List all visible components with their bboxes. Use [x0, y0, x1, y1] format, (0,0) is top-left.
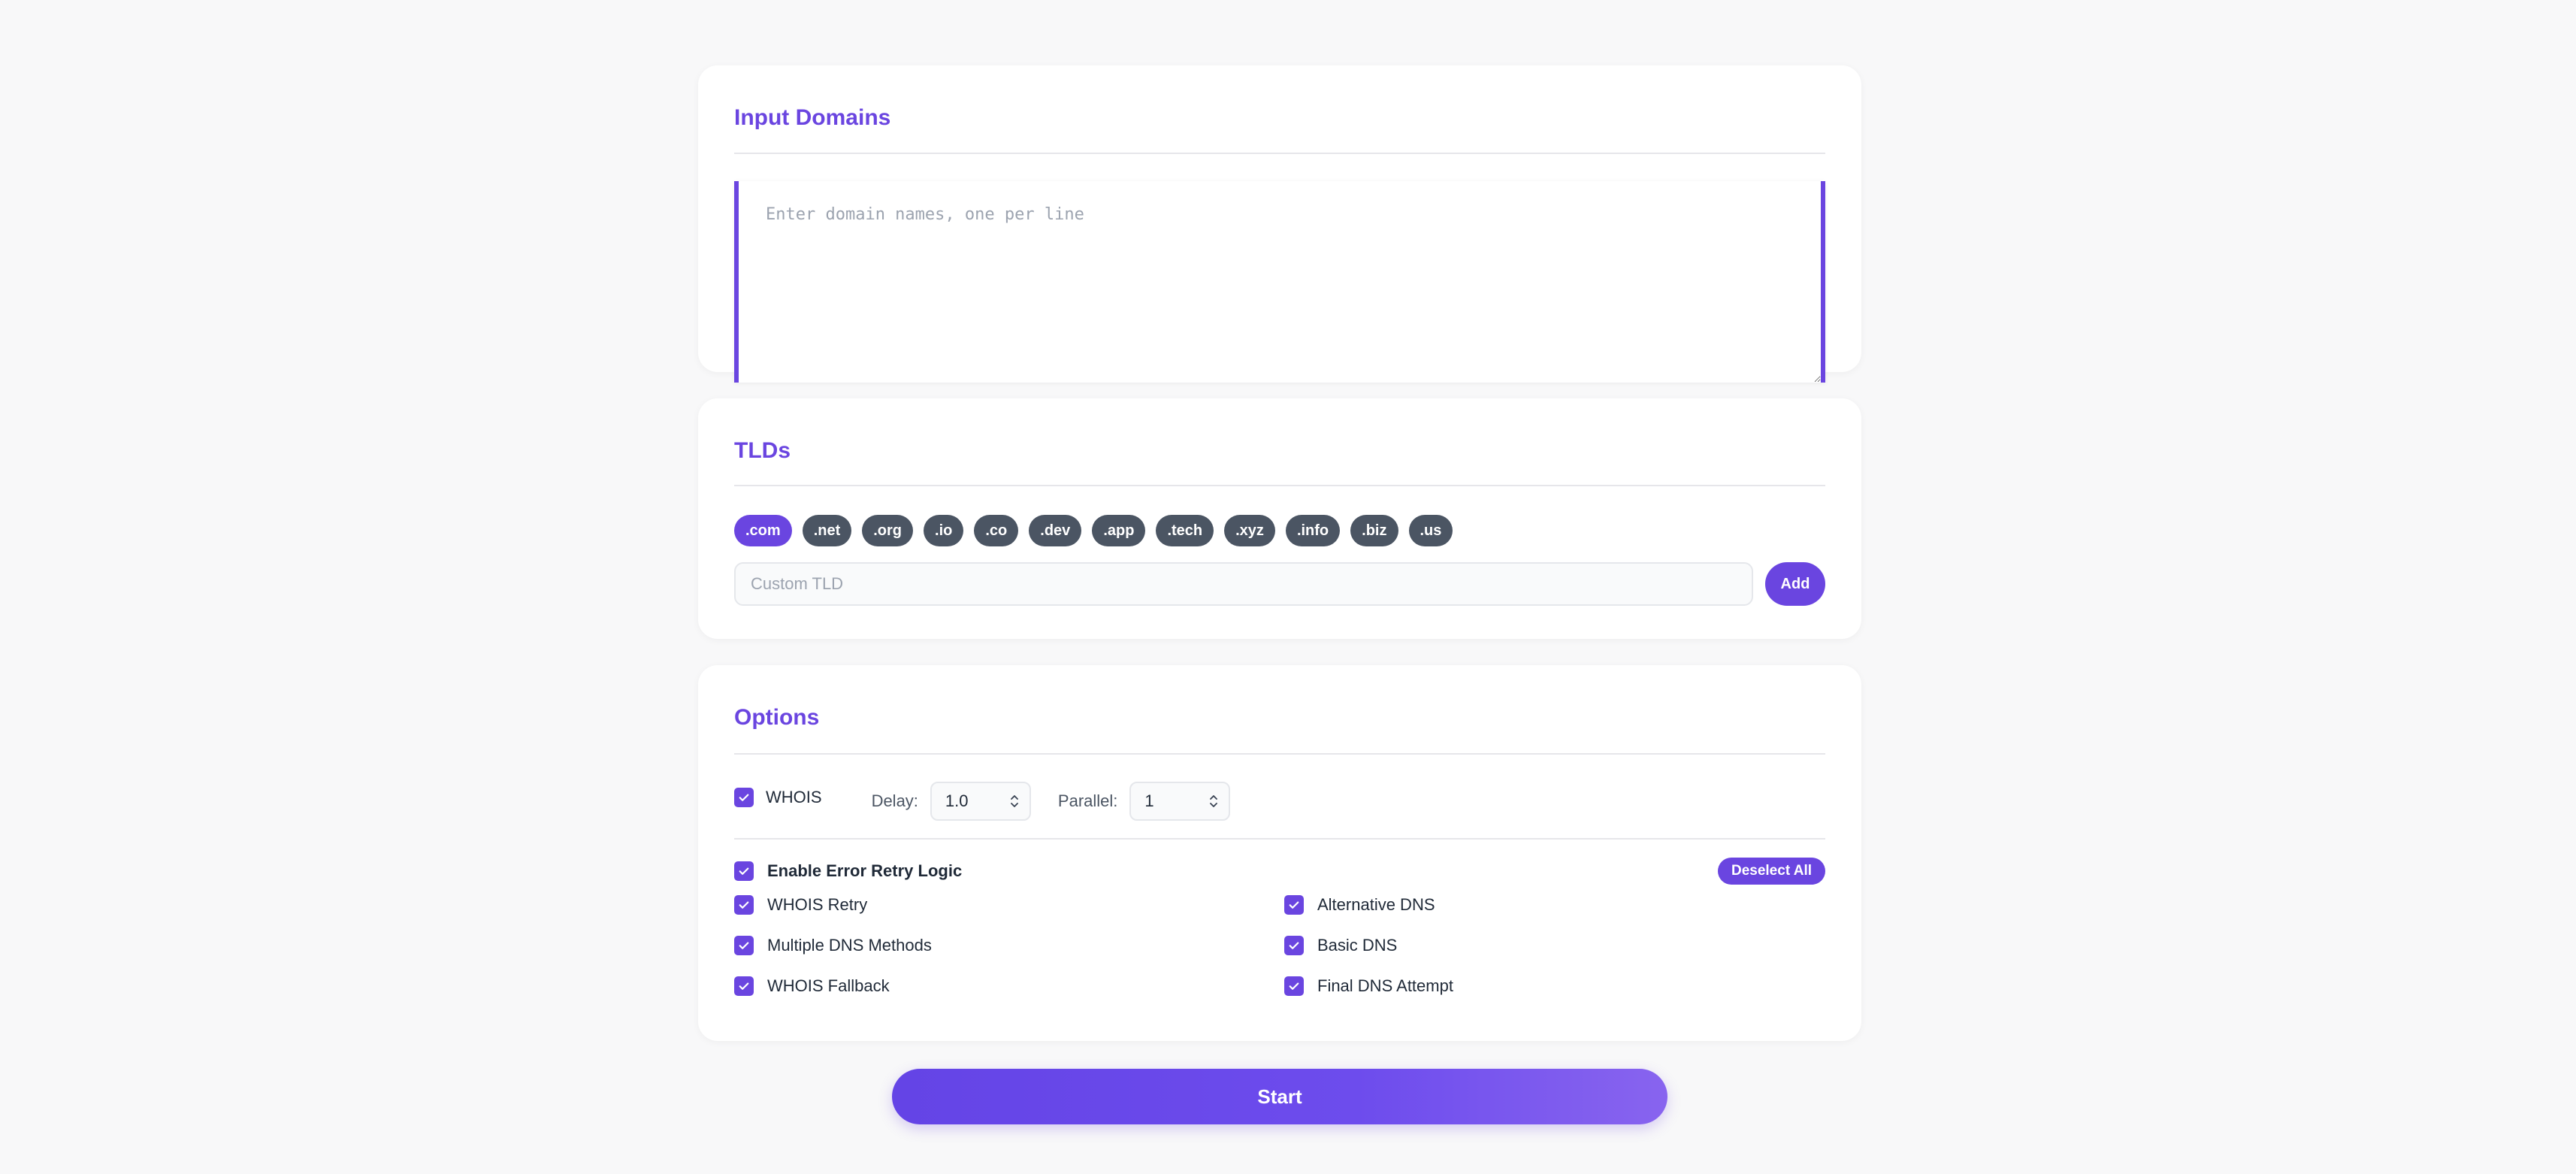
start-button[interactable]: Start: [892, 1069, 1667, 1124]
retry-option-label: Final DNS Attempt: [1317, 976, 1453, 995]
tld-chip-tech[interactable]: .tech: [1156, 515, 1214, 546]
options-card: Options WHOIS Delay: 1.0 Parallel: 1 Ena…: [698, 665, 1861, 1041]
tlds-card: TLDs .com .net .org .io .co .dev .app .t…: [698, 398, 1861, 639]
retry-checkbox[interactable]: [734, 861, 754, 881]
parallel-value: 1: [1144, 791, 1154, 810]
check-icon: [739, 901, 749, 909]
tld-chip-app[interactable]: .app: [1092, 515, 1146, 546]
tld-chip-us[interactable]: .us: [1408, 515, 1453, 546]
input-domains-title: Input Domains: [734, 105, 891, 130]
tld-chip-org[interactable]: .org: [862, 515, 914, 546]
whois-fallback-checkbox[interactable]: [734, 976, 754, 996]
retry-option-basic-dns[interactable]: Basic DNS: [1284, 936, 1825, 955]
tld-chip-xyz[interactable]: .xyz: [1224, 515, 1275, 546]
divider: [734, 838, 1825, 840]
divider: [734, 485, 1825, 486]
whois-label: WHOIS: [766, 788, 822, 806]
basic-dns-checkbox[interactable]: [1284, 936, 1304, 955]
check-icon: [739, 794, 749, 801]
whois-checkbox[interactable]: [734, 788, 754, 807]
tld-chip-biz[interactable]: .biz: [1350, 515, 1398, 546]
spin-arrows-icon: [1011, 795, 1018, 807]
tld-chip-list: .com .net .org .io .co .dev .app .tech .…: [734, 515, 1453, 546]
tld-chip-com[interactable]: .com: [734, 515, 792, 546]
divider: [734, 753, 1825, 755]
final-dns-attempt-checkbox[interactable]: [1284, 976, 1304, 996]
check-icon: [1289, 942, 1299, 949]
check-icon: [1289, 982, 1299, 990]
custom-tld-input[interactable]: [734, 562, 1753, 606]
tld-chip-info[interactable]: .info: [1285, 515, 1341, 546]
retry-option-label: WHOIS Retry: [767, 895, 868, 914]
retry-option-label: Alternative DNS: [1317, 895, 1435, 914]
whois-toggle[interactable]: WHOIS: [734, 788, 822, 807]
retry-option-label: Basic DNS: [1317, 936, 1398, 955]
check-icon: [1289, 901, 1299, 909]
check-icon: [739, 942, 749, 949]
retry-option-final-dns-attempt[interactable]: Final DNS Attempt: [1284, 976, 1825, 996]
alternative-dns-checkbox[interactable]: [1284, 895, 1304, 915]
deselect-all-button[interactable]: Deselect All: [1717, 858, 1825, 885]
spinner-icon[interactable]: [1209, 794, 1218, 809]
whois-row: WHOIS Delay: 1.0 Parallel: 1: [734, 780, 1231, 822]
parallel-label: Parallel:: [1057, 791, 1118, 810]
input-domains-card: Input Domains: [698, 65, 1861, 383]
tld-chip-dev[interactable]: .dev: [1029, 515, 1082, 546]
whois-retry-checkbox[interactable]: [734, 895, 754, 915]
tld-chip-net[interactable]: .net: [802, 515, 852, 546]
spin-arrows-icon: [1210, 795, 1218, 807]
delay-value: 1.0: [945, 791, 969, 810]
retry-option-label: WHOIS Fallback: [767, 976, 890, 995]
parallel-input[interactable]: 1: [1129, 782, 1231, 821]
check-icon: [739, 982, 749, 990]
tld-chip-io[interactable]: .io: [924, 515, 964, 546]
check-icon: [739, 867, 749, 875]
parallel-field: Parallel: 1: [1057, 782, 1231, 821]
retry-option-label: Multiple DNS Methods: [767, 936, 932, 955]
multiple-dns-methods-checkbox[interactable]: [734, 936, 754, 955]
divider: [734, 153, 1825, 154]
delay-field: Delay: 1.0: [872, 782, 1031, 821]
delay-input[interactable]: 1.0: [930, 782, 1031, 821]
retry-header: Enable Error Retry Logic Deselect All: [734, 858, 1825, 885]
retry-title: Enable Error Retry Logic: [767, 861, 963, 880]
add-tld-button[interactable]: Add: [1765, 562, 1825, 606]
delay-label: Delay:: [871, 791, 918, 810]
retry-option-multiple-dns-methods[interactable]: Multiple DNS Methods: [734, 936, 1284, 955]
retry-option-whois-fallback[interactable]: WHOIS Fallback: [734, 976, 1284, 996]
retry-options-grid: WHOIS Retry Alternative DNS Multiple DNS…: [734, 895, 1825, 996]
options-title: Options: [734, 705, 820, 730]
domain-textarea[interactable]: [734, 181, 1825, 383]
spinner-icon[interactable]: [1010, 794, 1019, 809]
tlds-title: TLDs: [734, 438, 791, 463]
retry-toggle[interactable]: Enable Error Retry Logic: [734, 861, 962, 881]
tld-chip-co[interactable]: .co: [974, 515, 1019, 546]
retry-option-whois-retry[interactable]: WHOIS Retry: [734, 895, 1284, 915]
retry-option-alternative-dns[interactable]: Alternative DNS: [1284, 895, 1825, 915]
